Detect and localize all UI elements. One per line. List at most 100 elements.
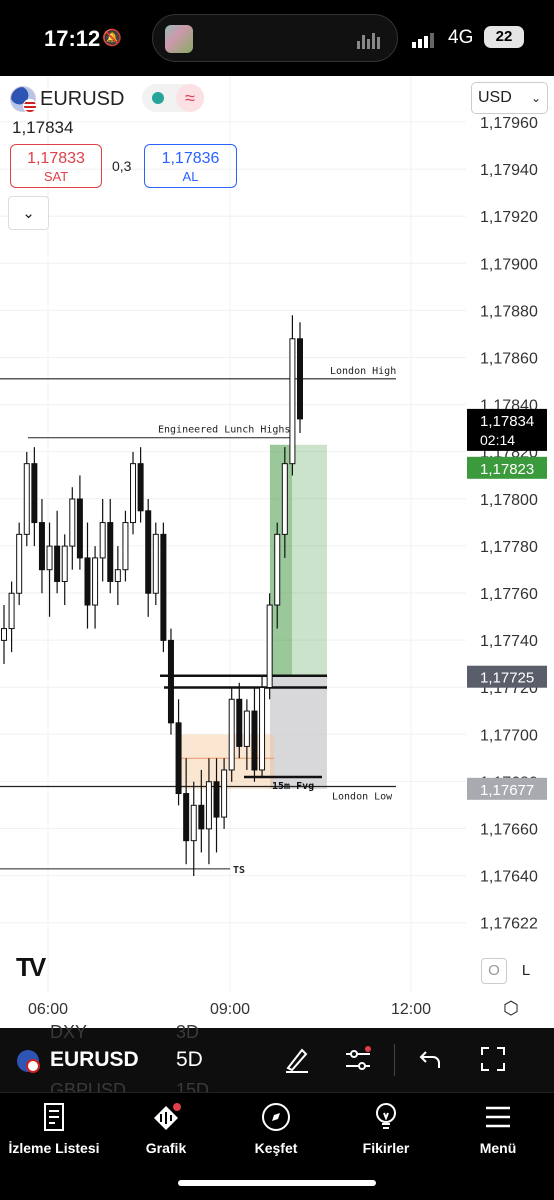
compass-icon	[262, 1103, 290, 1131]
fullscreen-icon[interactable]	[480, 1046, 506, 1072]
nav-label: Keşfet	[254, 1140, 298, 1156]
candle-body	[266, 604, 273, 688]
nav-label: Menü	[479, 1140, 517, 1156]
status-bar: 17:12 🔕 4G 22	[0, 0, 554, 76]
lightbulb-icon	[376, 1103, 396, 1129]
buy-button[interactable]: 1,17836 AL	[144, 144, 237, 188]
price-axis-label: 1,17622	[480, 916, 538, 933]
take-profit-label: 1,17823	[480, 461, 534, 478]
sell-label: SAT	[43, 169, 69, 184]
buy-label: AL	[182, 169, 199, 184]
indicators-icon[interactable]	[344, 1046, 372, 1074]
candle-body	[1, 628, 7, 641]
currency-select[interactable]: USD ⌄	[471, 82, 548, 114]
candle-body	[205, 781, 212, 830]
candle-body	[54, 545, 61, 582]
countdown-label: 02:14	[480, 432, 515, 448]
eu-us-flag-icon	[10, 86, 37, 113]
nav-ideas[interactable]: Fikirler	[346, 1101, 426, 1156]
chart-screen: 1,17960 1,17940 1,17920 1,17900 1,17880 1,178…	[0, 76, 554, 1200]
candle-body	[46, 545, 53, 571]
network-type: 4G	[448, 27, 474, 48]
time-axis-label: 09:00	[210, 1001, 250, 1018]
battery-level: 22	[484, 26, 524, 48]
signal-icon	[412, 30, 436, 48]
spread-value: 0,3	[112, 158, 132, 174]
candle-body	[274, 533, 281, 606]
nav-menu[interactable]: Menü	[458, 1101, 538, 1156]
candle-body	[236, 698, 243, 747]
nav-chart[interactable]: Grafik	[126, 1101, 206, 1156]
candle-body	[228, 698, 235, 771]
price-axis-label: 1,17760	[480, 586, 538, 603]
symbol-name: EURUSD	[40, 87, 125, 110]
dynamic-island[interactable]	[152, 14, 398, 62]
delayed-data-icon: ≈	[176, 84, 204, 112]
undo-icon[interactable]	[418, 1046, 442, 1072]
candle-body	[183, 793, 190, 842]
fvg-label: 15m Fvg	[272, 781, 314, 792]
price-axis-label: 1,17920	[480, 209, 538, 226]
ghost-symbol-1: DXY	[50, 1022, 88, 1042]
candle-body	[107, 522, 114, 582]
current-price-label: 1,17834	[480, 413, 534, 430]
candle-body	[213, 781, 220, 818]
candle-body	[221, 769, 228, 818]
price-axis-label: 1,17940	[480, 162, 538, 179]
watchlist-icon	[44, 1103, 64, 1131]
ts-label: TS	[233, 865, 245, 876]
nav-watchlist[interactable]: İzleme Listesi	[4, 1101, 104, 1156]
symbol-header[interactable]: EURUSD	[10, 86, 125, 113]
sell-button[interactable]: 1,17833 SAT	[10, 144, 102, 188]
tradingview-logo-icon[interactable]: TV	[16, 952, 46, 983]
candle-body	[167, 639, 174, 724]
price-axis-label: 1,17880	[480, 303, 538, 320]
chart-settings-icon[interactable]: ⬡	[500, 998, 522, 1020]
price-axis-label: 1,17960	[480, 115, 538, 132]
lunch-highs-label: Engineered Lunch Highs	[158, 425, 290, 436]
chart-toolbar: DXY 3D GBPUSD 15D EURUSD 5D	[0, 1022, 554, 1100]
candle-body	[114, 569, 121, 582]
price-axis-label: 1,17700	[480, 727, 538, 744]
candle-body	[130, 463, 137, 524]
candle-body	[16, 533, 23, 594]
buy-price: 1,17836	[161, 150, 220, 167]
london-high-label: London High	[330, 366, 396, 377]
eu-us-flag-icon	[17, 1050, 40, 1073]
candle-body	[281, 463, 288, 535]
candle-body	[76, 498, 83, 559]
candle-body	[251, 710, 258, 771]
status-time: 17:12	[44, 26, 101, 51]
sell-price: 1,17833	[27, 150, 85, 167]
price-chart[interactable]: 1,17960 1,17940 1,17920 1,17900 1,17880 1,178…	[0, 76, 554, 1028]
nav-explore[interactable]: Keşfet	[236, 1101, 316, 1156]
candle-body	[152, 533, 159, 594]
candle-body	[145, 510, 152, 594]
mute-bell-icon: 🔕	[102, 30, 122, 47]
price-axis-label: 1,17740	[480, 633, 538, 650]
draw-pen-icon[interactable]	[284, 1046, 310, 1074]
price-axis-label: 1,17900	[480, 256, 538, 273]
toolbar-timeframe[interactable]: 5D	[176, 1048, 203, 1072]
market-status-pill[interactable]: ≈	[142, 84, 204, 112]
candle-body	[69, 498, 76, 547]
nav-label: Fikirler	[362, 1140, 410, 1156]
audio-bars-icon	[357, 31, 383, 49]
chevron-down-icon: ⌄	[530, 91, 541, 105]
last-price: 1,17834	[12, 118, 74, 137]
price-axis-label: 1,17640	[480, 869, 538, 886]
candle-body	[190, 804, 197, 842]
scale-l-button[interactable]: L	[513, 958, 539, 984]
price-axis-label: 1,17780	[480, 539, 538, 556]
candle-body	[61, 545, 68, 582]
toolbar-symbol[interactable]: EURUSD	[50, 1048, 139, 1072]
scale-o-button[interactable]: O	[481, 958, 507, 984]
home-indicator	[178, 1180, 376, 1186]
collapse-chevron-button[interactable]: ⌄	[8, 196, 49, 230]
candle-body	[84, 557, 91, 606]
entry-label: 1,17725	[480, 670, 534, 687]
candle-body	[92, 557, 99, 606]
take-profit-progress	[270, 444, 292, 676]
candle-body	[243, 710, 250, 747]
nav-label: İzleme Listesi	[8, 1140, 100, 1156]
